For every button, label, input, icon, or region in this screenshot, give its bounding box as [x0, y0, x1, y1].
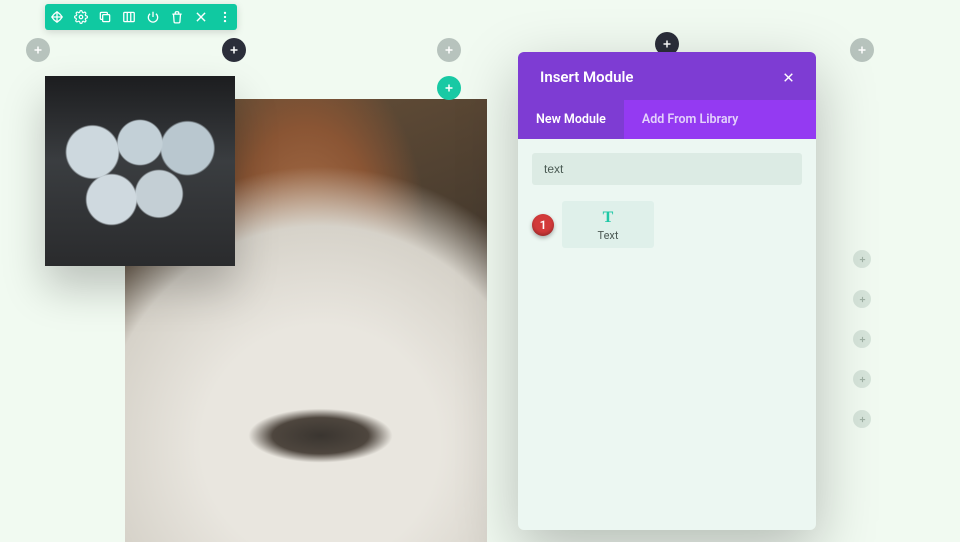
trash-icon[interactable]: [169, 9, 185, 25]
insert-module-modal: Insert Module New Module Add From Librar…: [518, 52, 816, 530]
tab-new-module[interactable]: New Module: [518, 100, 624, 139]
power-icon[interactable]: [145, 9, 161, 25]
add-small-button[interactable]: [853, 410, 871, 428]
duplicate-icon[interactable]: [97, 9, 113, 25]
image-cups: [45, 76, 235, 266]
module-label: Text: [566, 229, 650, 242]
module-card-text[interactable]: T Text: [562, 201, 654, 248]
add-button[interactable]: [437, 38, 461, 62]
modal-header: Insert Module: [518, 52, 816, 100]
add-small-button[interactable]: [853, 330, 871, 348]
callout-badge: 1: [532, 214, 554, 236]
close-icon[interactable]: [780, 69, 796, 85]
more-icon[interactable]: [217, 9, 233, 25]
modal-title: Insert Module: [540, 68, 633, 86]
add-button[interactable]: [222, 38, 246, 62]
close-icon[interactable]: [193, 9, 209, 25]
columns-icon[interactable]: [121, 9, 137, 25]
add-small-button[interactable]: [853, 290, 871, 308]
modal-body: 1 T Text: [518, 139, 816, 530]
gear-icon[interactable]: [73, 9, 89, 25]
search-input[interactable]: [532, 153, 802, 185]
modal-tabs: New Module Add From Library: [518, 100, 816, 139]
result-row: 1 T Text: [532, 201, 802, 248]
add-small-button[interactable]: [853, 250, 871, 268]
move-icon[interactable]: [49, 9, 65, 25]
add-small-button[interactable]: [853, 370, 871, 388]
tab-add-from-library[interactable]: Add From Library: [624, 100, 756, 139]
add-module-button[interactable]: [437, 76, 461, 100]
text-icon: T: [566, 209, 650, 227]
add-button[interactable]: [850, 38, 874, 62]
add-button[interactable]: [26, 38, 50, 62]
section-toolbar: [45, 4, 237, 30]
